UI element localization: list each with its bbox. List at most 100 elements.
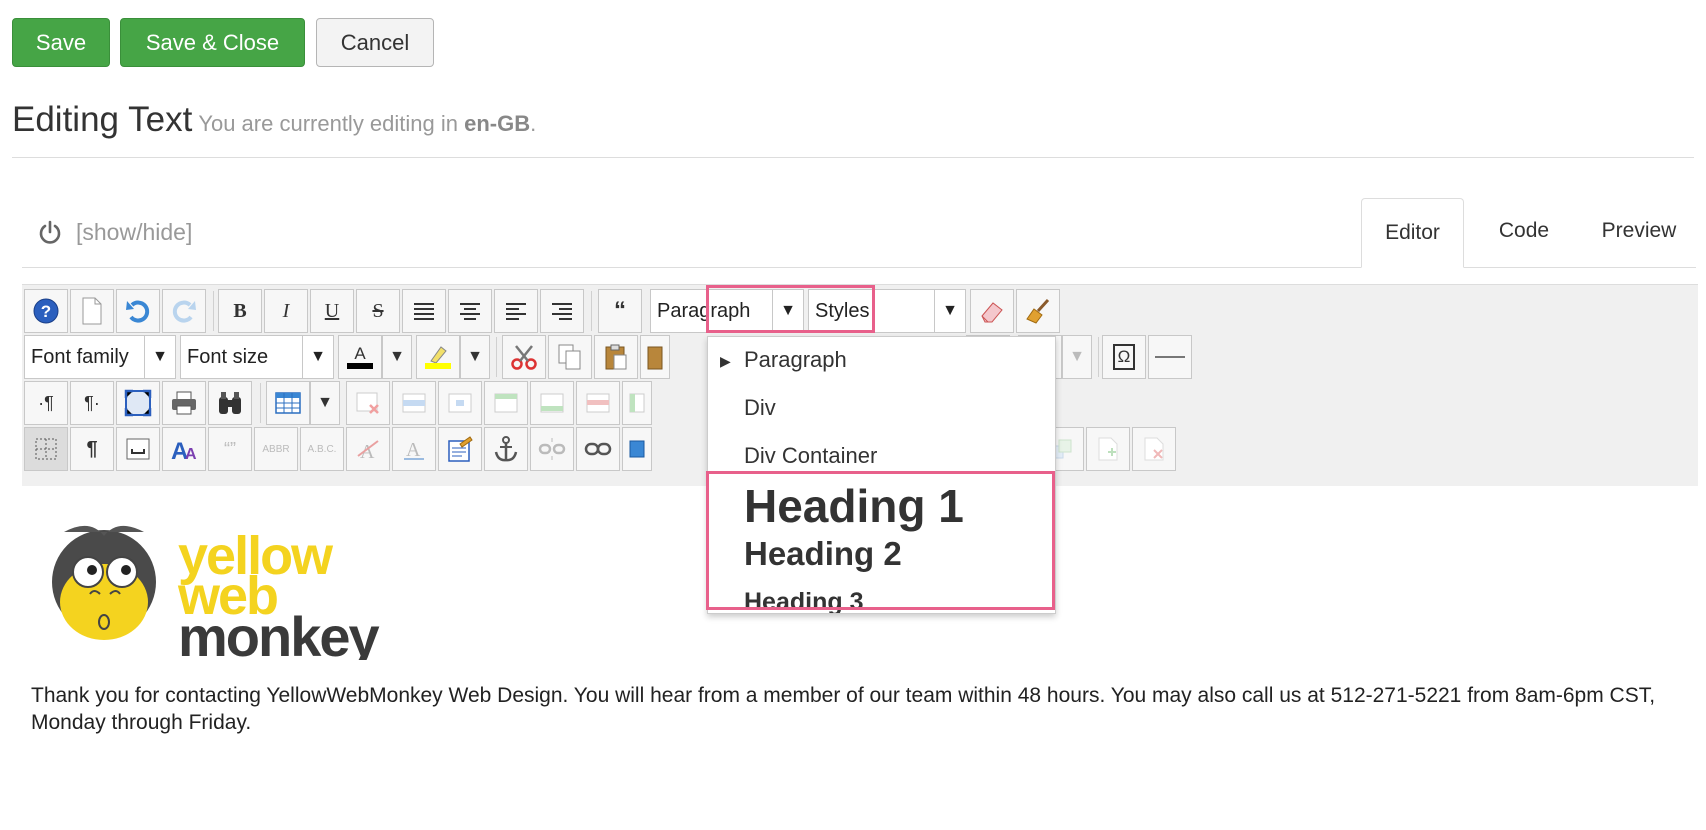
align-center-icon [460, 303, 480, 320]
table-row-props-button[interactable] [392, 381, 436, 425]
cite-button[interactable]: “” [208, 427, 252, 471]
delete-table-button[interactable] [346, 381, 390, 425]
highlight-swatch [425, 363, 451, 369]
bold-button[interactable]: B [218, 289, 262, 333]
chevron-down-icon[interactable]: ▼ [302, 336, 333, 378]
align-left-button[interactable] [494, 289, 538, 333]
format-option-heading-3[interactable]: Heading 3 [708, 588, 1055, 613]
subtitle-suffix: . [530, 111, 537, 136]
font-color-dropdown[interactable]: ▼ [382, 335, 412, 379]
body-paragraph: Thank you for contacting YellowWebMonkey… [31, 684, 1656, 734]
show-blocks-button[interactable]: ¶ [70, 427, 114, 471]
special-character-button[interactable]: Ω [1102, 335, 1146, 379]
font-size-select[interactable]: Font size ▼ [180, 335, 334, 379]
insert-text-button[interactable]: A [392, 427, 436, 471]
styles-select[interactable]: Styles ▼ [808, 289, 966, 333]
delete-table-icon [356, 392, 379, 414]
font-color-glyph: A [354, 344, 366, 363]
align-right-icon [552, 303, 572, 320]
format-option-heading-2[interactable]: Heading 2 [708, 535, 1055, 573]
image-button[interactable] [622, 427, 652, 471]
help-button[interactable]: ? [24, 289, 68, 333]
font-color-button[interactable]: A [338, 335, 382, 379]
insert-table-button[interactable] [266, 381, 310, 425]
insert-row-after-button[interactable] [530, 381, 574, 425]
row-before-icon [494, 393, 518, 413]
show-hide-label: [show/hide] [76, 219, 193, 245]
visual-aid-button[interactable] [24, 427, 68, 471]
case-change-dropdown[interactable]: ▼ [1062, 335, 1092, 379]
format-select[interactable]: Paragraph ▼ [650, 289, 804, 333]
paste-button[interactable] [594, 335, 638, 379]
highlight-color-dropdown[interactable]: ▼ [460, 335, 490, 379]
format-option-div-container[interactable]: Div Container [708, 443, 1055, 483]
format-option-paragraph[interactable]: ▶ Paragraph [708, 347, 1055, 387]
undo-button[interactable] [116, 289, 160, 333]
nonbreaking-space-button[interactable] [116, 427, 160, 471]
unlink-button[interactable] [530, 427, 574, 471]
show-hide-toggle[interactable]: [show/hide] [38, 219, 192, 246]
tab-code[interactable]: Code [1474, 198, 1574, 264]
strikethrough-button[interactable]: S [356, 289, 400, 333]
anchor-button[interactable] [484, 427, 528, 471]
italic-button[interactable]: I [264, 289, 308, 333]
highlight-color-button[interactable] [416, 335, 460, 379]
search-replace-button[interactable] [208, 381, 252, 425]
justify-button[interactable] [402, 289, 446, 333]
page-subtitle: You are currently editing in en-GB. [198, 111, 536, 136]
remove-format-button[interactable] [970, 289, 1014, 333]
insert-layer-button[interactable] [1086, 427, 1130, 471]
format-option-div[interactable]: Div [708, 395, 1055, 435]
format-option-heading-1[interactable]: Heading 1 [708, 479, 1055, 533]
align-center-button[interactable] [448, 289, 492, 333]
editor-tabs: Editor Code Preview [22, 198, 1696, 268]
table-cell-props-button[interactable] [438, 381, 482, 425]
yellowwebmonkey-logo: yellow web monkey [52, 525, 381, 660]
remove-layer-button[interactable] [1132, 427, 1176, 471]
copy-button[interactable] [548, 335, 592, 379]
nonbreaking-icon [126, 438, 150, 460]
insert-row-before-button[interactable] [484, 381, 528, 425]
cancel-button[interactable]: Cancel [316, 18, 434, 67]
cleanup-button[interactable] [1016, 289, 1060, 333]
acronym-button[interactable]: A.B.C. [300, 427, 344, 471]
logo-word-monkey: monkey [178, 605, 379, 660]
align-justify-icon [414, 303, 434, 320]
new-document-button[interactable] [70, 289, 114, 333]
link-button[interactable] [576, 427, 620, 471]
blockquote-button[interactable]: “ [598, 289, 642, 333]
delete-text-button[interactable]: A [346, 427, 390, 471]
delete-row-button[interactable] [576, 381, 620, 425]
subtitle-prefix: You are currently editing in [198, 111, 465, 136]
language-code: en-GB [464, 111, 531, 136]
chevron-down-icon[interactable]: ▼ [144, 336, 175, 378]
cut-button[interactable] [502, 335, 546, 379]
abbr-button[interactable]: ABBR [254, 427, 298, 471]
tab-preview[interactable]: Preview [1584, 198, 1694, 264]
align-right-button[interactable] [540, 289, 584, 333]
fullscreen-button[interactable] [116, 381, 160, 425]
insert-table-dropdown[interactable]: ▼ [310, 381, 340, 425]
tab-editor[interactable]: Editor [1361, 198, 1464, 268]
rtl-button[interactable]: ¶· [70, 381, 114, 425]
divider [12, 157, 1694, 158]
chevron-down-icon[interactable]: ▼ [934, 290, 965, 332]
print-button[interactable] [162, 381, 206, 425]
svg-text:A: A [406, 439, 421, 461]
unlink-icon [538, 438, 566, 460]
horizontal-rule-button[interactable] [1148, 335, 1192, 379]
paste-word-button[interactable] [640, 335, 670, 379]
font-family-select[interactable]: Font family ▼ [24, 335, 176, 379]
underline-button[interactable]: U [310, 289, 354, 333]
styleprops-button[interactable]: AA [162, 427, 206, 471]
ltr-button[interactable]: ·¶ [24, 381, 68, 425]
chevron-down-icon[interactable]: ▼ [772, 290, 803, 332]
attributes-button[interactable] [438, 427, 482, 471]
redo-button[interactable] [162, 289, 206, 333]
horizontal-rule-icon [1155, 356, 1185, 358]
power-icon [39, 220, 61, 244]
save-button[interactable]: Save [12, 18, 110, 67]
save-close-button[interactable]: Save & Close [120, 18, 305, 67]
col-before-icon [629, 393, 645, 413]
insert-col-before-button[interactable] [622, 381, 652, 425]
